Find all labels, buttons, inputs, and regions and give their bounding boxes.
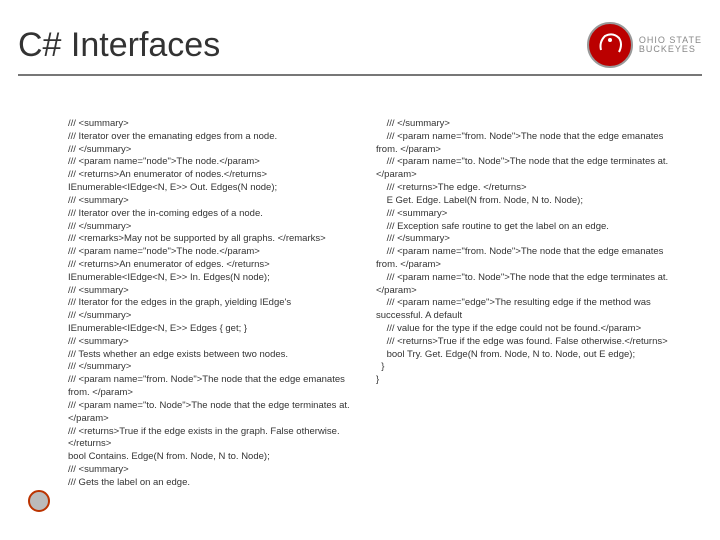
page-title: C# Interfaces: [18, 26, 220, 65]
code-column-left: /// <summary> /// Iterator over the eman…: [68, 118, 368, 540]
buckeye-icon: [587, 22, 633, 68]
title-rule: [18, 74, 702, 76]
content-area: /// <summary> /// Iterator over the eman…: [0, 118, 720, 540]
logo: OHIO STATE BUCKEYES: [587, 22, 702, 68]
title-row: C# Interfaces OHIO STATE BUCKEYES: [18, 18, 702, 72]
logo-text: OHIO STATE BUCKEYES: [639, 36, 702, 54]
slide: C# Interfaces OHIO STATE BUCKEYES /// <s…: [0, 0, 720, 540]
accent-dot-icon: [28, 490, 50, 512]
logo-line2: BUCKEYES: [639, 45, 702, 54]
code-column-right: /// </summary> /// <param name="from. No…: [376, 118, 676, 540]
